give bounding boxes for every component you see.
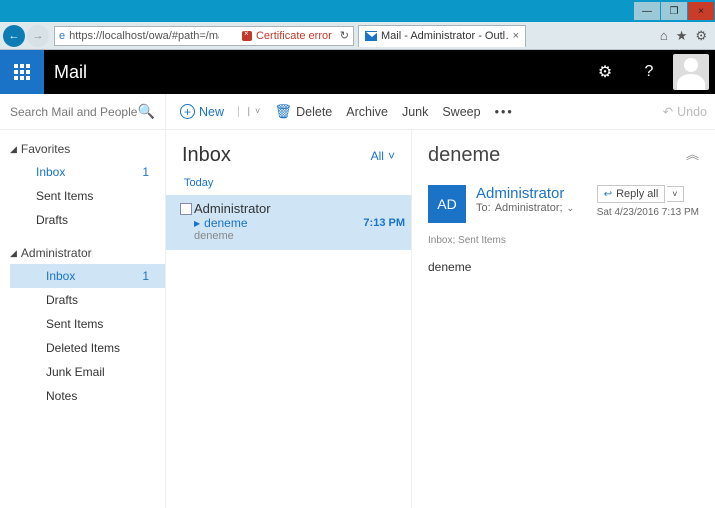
trash-icon: 🗑 [274, 103, 292, 120]
outlook-icon [365, 31, 377, 41]
caret-down-icon: ◢ [10, 248, 17, 259]
new-mail-button[interactable]: + New [180, 104, 224, 119]
date-group-header: Today [180, 175, 397, 195]
archive-button[interactable]: Archive [346, 105, 388, 119]
sidebar-sent[interactable]: Sent Items [10, 312, 165, 336]
delete-button[interactable]: 🗑 Delete [274, 103, 332, 120]
message-time: 7:13 PM [363, 217, 405, 229]
message-subject: ▶ deneme [194, 216, 248, 230]
refresh-icon[interactable]: ↻ [340, 29, 349, 42]
message-body: deneme [428, 256, 699, 274]
tab-close-button[interactable]: × [513, 30, 519, 42]
sweep-button[interactable]: Sweep [442, 105, 480, 119]
message-checkbox[interactable] [180, 203, 192, 215]
window-titlebar: — ❐ × [0, 0, 715, 22]
collapse-button[interactable]: ︽ [686, 144, 699, 163]
chevron-down-icon: ˅ [388, 149, 395, 163]
folder-sidebar: Search Mail and People 🔍 ◢ Favorites Inb… [0, 94, 166, 508]
settings-button[interactable]: ⚙ [583, 50, 627, 94]
reply-icon: ↩ [604, 189, 612, 200]
search-box[interactable]: Search Mail and People 🔍 [0, 94, 165, 130]
window-minimize-button[interactable]: — [634, 2, 660, 20]
browser-back-button[interactable]: ← [3, 25, 25, 47]
sidebar-deleted[interactable]: Deleted Items [10, 336, 165, 360]
tools-icon[interactable]: ⚙ [695, 28, 707, 44]
help-button[interactable]: ? [627, 50, 671, 94]
sender-initials: AD [428, 185, 466, 223]
waffle-icon [14, 64, 30, 80]
sent-date: Sat 4/23/2016 7:13 PM [597, 203, 699, 218]
tab-title: Mail - Administrator - Outl… [381, 30, 509, 42]
sidebar-junk[interactable]: Junk Email [10, 360, 165, 384]
content-column: + New ❘ ˅ 🗑 Delete Archive Junk Sweep ••… [166, 94, 715, 508]
window-close-button[interactable]: × [688, 2, 714, 20]
sidebar-fav-drafts[interactable]: Drafts [10, 208, 165, 232]
account-header[interactable]: ◢ Administrator [10, 242, 165, 264]
reply-dropdown-button[interactable]: ˅ [667, 186, 683, 202]
expand-icon[interactable]: ▶ [194, 219, 200, 228]
junk-button[interactable]: Junk [402, 105, 428, 119]
window-maximize-button[interactable]: ❐ [661, 2, 687, 20]
favorites-icon[interactable]: ★ [676, 28, 688, 44]
message-tags: Inbox; Sent Items [428, 231, 699, 256]
sidebar-inbox[interactable]: Inbox1 [10, 264, 165, 288]
undo-button[interactable]: ↶ Undo [663, 104, 707, 119]
recipients-chevron-icon[interactable]: ⌄ [567, 203, 575, 214]
favorites-header[interactable]: ◢ Favorites [10, 138, 165, 160]
ie-logo-icon: e [59, 30, 65, 42]
browser-forward-button[interactable]: → [27, 25, 49, 47]
mail-toolbar: + New ❘ ˅ 🗑 Delete Archive Junk Sweep ••… [166, 94, 715, 130]
app-launcher-button[interactable] [0, 50, 44, 94]
app-name: Mail [54, 62, 87, 83]
to-value: Administrator; [495, 202, 563, 214]
more-actions-button[interactable]: ••• [495, 105, 514, 119]
user-avatar[interactable] [673, 54, 709, 90]
shield-icon [242, 31, 252, 41]
sidebar-drafts[interactable]: Drafts [10, 288, 165, 312]
caret-down-icon: ◢ [10, 144, 17, 155]
url-text: https://localhost/owa/#path=/mail [69, 30, 219, 42]
sidebar-fav-inbox[interactable]: Inbox1 [10, 160, 165, 184]
home-icon[interactable]: ⌂ [660, 28, 668, 44]
message-item[interactable]: Administrator ▶ deneme 7:13 PM deneme [166, 195, 411, 250]
browser-toolbar: ← → e https://localhost/owa/#path=/mail … [0, 22, 715, 50]
reading-subject: deneme [428, 144, 500, 167]
search-placeholder: Search Mail and People [10, 105, 137, 119]
reading-pane: deneme ︽ AD Administrator To: Administra… [412, 130, 715, 508]
message-list-pane: Inbox All˅ Today Administrator ▶ deneme … [166, 130, 412, 508]
reply-all-button[interactable]: ↩ Reply all [597, 185, 666, 203]
folder-title: Inbox [182, 144, 231, 167]
new-split-button[interactable]: ❘ ˅ [238, 106, 260, 117]
plus-icon: + [180, 104, 195, 119]
message-preview: deneme [194, 230, 405, 242]
message-from: Administrator [194, 201, 405, 216]
address-bar[interactable]: e https://localhost/owa/#path=/mail Cert… [54, 26, 354, 46]
suite-bar: Mail ⚙ ? [0, 50, 715, 94]
to-label: To: [476, 202, 491, 214]
sidebar-notes[interactable]: Notes [10, 384, 165, 408]
main-area: Search Mail and People 🔍 ◢ Favorites Inb… [0, 94, 715, 508]
browser-tab[interactable]: Mail - Administrator - Outl… × [358, 25, 526, 47]
sender-name[interactable]: Administrator [476, 185, 574, 202]
search-icon[interactable]: 🔍 [138, 103, 155, 120]
undo-icon: ↶ [663, 104, 673, 119]
sidebar-fav-sent[interactable]: Sent Items [10, 184, 165, 208]
filter-dropdown[interactable]: All˅ [371, 149, 395, 163]
certificate-error-badge[interactable]: Certificate error ↻ [242, 29, 349, 42]
